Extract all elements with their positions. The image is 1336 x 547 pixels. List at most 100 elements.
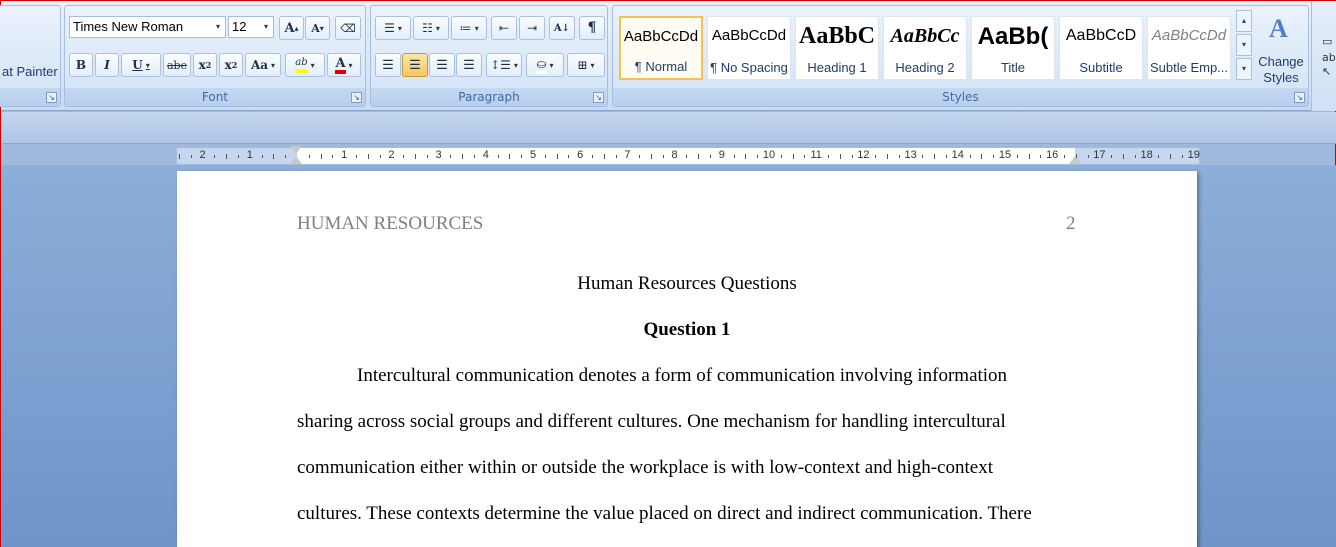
font-size-combo[interactable]: 12 ▾ bbox=[228, 16, 274, 38]
ruler-tick bbox=[1111, 155, 1113, 158]
style-normal[interactable]: AaBbCcDd ¶ Normal bbox=[619, 16, 703, 80]
chevron-down-icon[interactable]: ▾ bbox=[398, 24, 402, 33]
subscript-button[interactable]: x2 bbox=[193, 53, 217, 77]
ruler-number: 17 bbox=[1093, 149, 1106, 161]
justify-icon: ☰ bbox=[463, 57, 475, 73]
multilevel-list-icon: ≔ bbox=[459, 21, 472, 35]
highlight-button[interactable]: ab ▾ bbox=[285, 53, 325, 77]
styles-launcher-icon[interactable]: ↘ bbox=[1294, 92, 1305, 103]
chevron-down-icon[interactable]: ▾ bbox=[146, 60, 150, 70]
chevron-down-icon[interactable]: ▾ bbox=[514, 61, 518, 70]
font-group-label: Font bbox=[65, 88, 365, 106]
ruler-tick bbox=[403, 155, 405, 158]
chevron-down-icon[interactable]: ▾ bbox=[311, 61, 315, 70]
format-painter-button[interactable]: at Painter bbox=[2, 64, 58, 79]
body-line: communication either within or outside t… bbox=[297, 457, 993, 478]
style-subtitle[interactable]: AaBbCcD Subtitle bbox=[1059, 16, 1143, 80]
font-name-combo[interactable]: Times New Roman ▾ bbox=[69, 16, 226, 38]
strikethrough-button[interactable]: abe bbox=[163, 53, 191, 77]
italic-button[interactable]: I bbox=[95, 53, 119, 77]
editing-group-partial: ▭ ab ↖ bbox=[1311, 1, 1336, 111]
chevron-down-icon[interactable]: ▾ bbox=[436, 24, 440, 33]
underline-button[interactable]: U ▾ bbox=[121, 53, 161, 77]
chevron-down-icon[interactable]: ▾ bbox=[259, 17, 273, 37]
hanging-indent-marker-icon[interactable] bbox=[290, 156, 302, 164]
line-spacing-icon: ↕☰ bbox=[490, 58, 511, 72]
chevron-down-icon[interactable]: ▾ bbox=[550, 61, 554, 70]
shading-button[interactable]: ⛀ ▾ bbox=[526, 53, 564, 77]
right-indent-marker-icon[interactable] bbox=[1069, 156, 1081, 164]
ruler-tick bbox=[745, 154, 747, 159]
chevron-down-icon: ▾ bbox=[1241, 40, 1246, 49]
font-color-button[interactable]: A ▾ bbox=[327, 53, 361, 77]
line-spacing-button[interactable]: ↕☰ ▾ bbox=[486, 53, 522, 77]
ruler-tick bbox=[1182, 155, 1183, 158]
chevron-down-icon[interactable]: ▾ bbox=[211, 17, 225, 37]
ruler-tick bbox=[780, 155, 782, 158]
borders-button[interactable]: ⊞ ▾ bbox=[567, 53, 605, 77]
shrink-font-button[interactable]: A ▾ bbox=[305, 16, 330, 40]
select-icon[interactable]: ↖ bbox=[1322, 65, 1331, 78]
chevron-down-icon[interactable]: ▾ bbox=[349, 60, 353, 70]
increase-indent-button[interactable]: ⇥ bbox=[519, 16, 545, 40]
grow-font-button[interactable]: A ▴ bbox=[279, 16, 304, 40]
ruler-number: 9 bbox=[718, 149, 725, 161]
change-case-button[interactable]: Aa ▾ bbox=[245, 53, 281, 77]
question-heading: Question 1 bbox=[643, 319, 731, 340]
ruler-number: 8 bbox=[671, 149, 678, 161]
chevron-down-icon[interactable]: ▾ bbox=[591, 61, 595, 70]
gallery-more-button[interactable]: ▾ bbox=[1236, 58, 1252, 80]
sort-icon: A↓ bbox=[553, 22, 571, 34]
document-title: Human Resources Questions bbox=[577, 273, 797, 294]
font-launcher-icon[interactable]: ↘ bbox=[351, 92, 362, 103]
ruler-tick bbox=[851, 155, 853, 158]
find-icon[interactable]: ▭ bbox=[1322, 35, 1332, 48]
paragraph-launcher-icon[interactable]: ↘ bbox=[593, 92, 604, 103]
ruler-number: 1 bbox=[341, 149, 348, 161]
chevron-down-icon[interactable]: ▾ bbox=[271, 60, 275, 70]
clear-formatting-button[interactable]: ⌫ bbox=[335, 16, 361, 40]
replace-icon[interactable]: ab bbox=[1322, 51, 1336, 64]
style-no-spacing[interactable]: AaBbCcDd ¶ No Spacing bbox=[707, 16, 791, 80]
document-page[interactable]: HUMAN RESOURCES 2 Human Resources Questi… bbox=[177, 171, 1197, 547]
numbering-button[interactable]: ☷ ▾ bbox=[413, 16, 449, 40]
ribbon-bottom-band bbox=[1, 112, 1336, 144]
horizontal-ruler[interactable]: 2 1 1 2 3 4 5 6 7 8 9 10 11 12 13 14 15 16 17 18 19 bbox=[176, 146, 1200, 165]
ruler-tick bbox=[898, 155, 900, 158]
align-center-button[interactable]: ☰ bbox=[402, 53, 428, 77]
ruler-tick bbox=[226, 154, 228, 159]
superscript-button[interactable]: x2 bbox=[219, 53, 243, 77]
align-left-button[interactable]: ☰ bbox=[375, 53, 401, 77]
ruler-tick bbox=[238, 155, 239, 158]
chevron-down-icon[interactable]: ▾ bbox=[475, 24, 479, 33]
ruler-tick bbox=[556, 154, 558, 159]
style-heading-2[interactable]: AaBbCc Heading 2 bbox=[883, 16, 967, 80]
style-heading-1[interactable]: AaBbC Heading 1 bbox=[795, 16, 879, 80]
ruler-tick bbox=[1134, 155, 1136, 158]
body-line: sharing across social groups and differe… bbox=[297, 411, 1006, 432]
ruler-tick bbox=[356, 155, 357, 158]
gallery-scroll-down-button[interactable]: ▾ bbox=[1236, 34, 1252, 56]
ruler-tick bbox=[733, 155, 735, 158]
style-subtle-emphasis[interactable]: AaBbCcDd Subtle Emp... bbox=[1147, 16, 1231, 80]
ruler-tick bbox=[190, 155, 192, 158]
show-formatting-button[interactable]: ¶ bbox=[579, 16, 605, 40]
sort-button[interactable]: A↓ bbox=[549, 16, 575, 40]
ruler-tick bbox=[285, 155, 287, 158]
bullets-button[interactable]: ☰ ▾ bbox=[375, 16, 411, 40]
align-left-icon: ☰ bbox=[382, 57, 394, 73]
clipboard-launcher-icon[interactable]: ↘ bbox=[46, 92, 57, 103]
gallery-scroll-up-button[interactable]: ▴ bbox=[1236, 10, 1252, 32]
change-styles-button[interactable]: A Change Styles bbox=[1255, 10, 1307, 88]
first-line-indent-marker-icon[interactable] bbox=[290, 146, 302, 154]
multilevel-list-button[interactable]: ≔ ▾ bbox=[451, 16, 487, 40]
ruler-tick bbox=[828, 155, 829, 158]
ruler-number: 3 bbox=[435, 149, 442, 161]
bold-button[interactable]: B bbox=[69, 53, 93, 77]
justify-button[interactable]: ☰ bbox=[456, 53, 482, 77]
decrease-indent-button[interactable]: ⇤ bbox=[491, 16, 517, 40]
more-icon: ▾ bbox=[1241, 64, 1246, 73]
align-right-button[interactable]: ☰ bbox=[429, 53, 455, 77]
ruler-tick bbox=[179, 154, 180, 159]
style-title[interactable]: AaBb( Title bbox=[971, 16, 1055, 80]
